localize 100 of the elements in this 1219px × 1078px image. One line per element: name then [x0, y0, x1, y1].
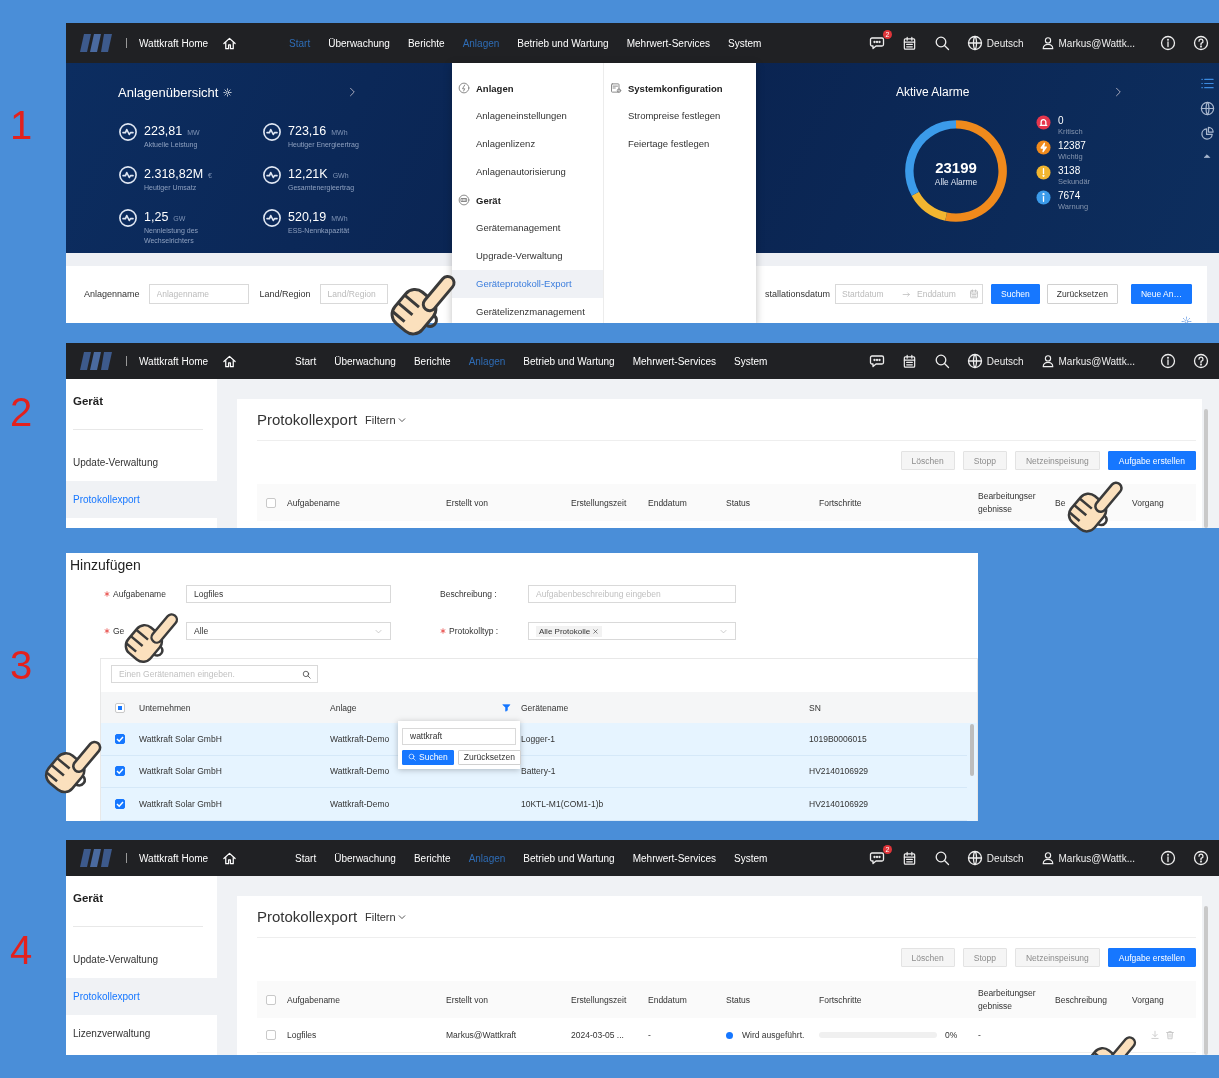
table-cell: Wattkraft-Demo	[330, 766, 390, 777]
table-cell: 1019B0006015	[809, 733, 867, 744]
dropdown-field[interactable]: Alle Protokolle	[528, 622, 736, 640]
button[interactable]: Aufgabe erstellen	[1107, 451, 1196, 470]
field-label: stallationsdatum	[764, 289, 830, 299]
button[interactable]: Zurücksetzen	[1046, 284, 1118, 304]
nav-menu-item[interactable]: Berichte	[413, 355, 451, 367]
nav-menu-item[interactable]: Überwachung	[334, 355, 396, 367]
nav-menu-item[interactable]: System	[734, 852, 768, 864]
nav-menu-item[interactable]: Betrieb und Wartung	[523, 852, 615, 864]
table-cell: Wattkraft Solar GmbH	[139, 733, 222, 744]
sidebar-item[interactable]: Lizenzverwaltung	[66, 1015, 217, 1052]
alarm-total: 23199	[935, 158, 977, 176]
nav-menu-item[interactable]: Überwachung	[328, 37, 390, 49]
input-field[interactable]: Logfiles	[186, 585, 391, 603]
dialog-title: Hinzufügen	[69, 556, 142, 573]
table-cell: Battery-1	[521, 766, 556, 777]
menu-group-heading: Anlagen	[476, 82, 514, 94]
metric-value: 223,81	[144, 124, 183, 138]
date-range-field[interactable]: Startdatum Enddatum	[835, 284, 983, 304]
field-label: Protokolltyp :	[449, 626, 499, 636]
nav-menu-item[interactable]: Start	[295, 355, 317, 367]
menu-item[interactable]: Gerätelizenzmanagement	[452, 298, 603, 323]
menu-item[interactable]: Anlagenlizenz	[452, 130, 603, 158]
filter-button[interactable]: Filtern	[365, 910, 407, 923]
input-field[interactable]: Aufgabenbeschreibung eingeben	[528, 585, 736, 603]
column-header: Erstellungszeit	[571, 994, 627, 1005]
menu-item[interactable]: Anlagenautorisierung	[452, 158, 603, 186]
column-header: Status	[726, 497, 751, 508]
column-header: Bearbeitungsergebnisse	[978, 489, 1037, 516]
column-header: Vorgang	[1132, 497, 1164, 508]
column-header: Aufgabename	[287, 497, 340, 508]
user-menu-button[interactable]: Markus@Wattk...	[1040, 354, 1135, 368]
language-button[interactable]: Deutsch	[966, 35, 1024, 51]
button[interactable]: Suchen	[991, 284, 1040, 304]
nav-menu-item[interactable]: Mehrwert-Services	[626, 37, 711, 49]
field-label: Anlagenname	[84, 289, 140, 299]
step-number: 1	[9, 102, 34, 148]
menu-item[interactable]: Geräteprotokoll-Export	[452, 270, 603, 298]
metric-value: 1,25	[144, 210, 169, 224]
column-header: Erstellt von	[446, 497, 489, 508]
button[interactable]: Suchen	[402, 749, 454, 765]
menu-item[interactable]: Gerätemanagement	[452, 214, 603, 242]
nav-menu-item[interactable]: System	[728, 37, 762, 49]
nav-menu-item[interactable]: Überwachung	[334, 852, 396, 864]
table-cell: 2024-03-05 ...	[571, 1030, 624, 1040]
table-cell: HV2140106929	[809, 766, 869, 777]
table-cell: Logger-1	[521, 733, 556, 744]
table-cell: Logfiles	[287, 1030, 317, 1040]
column-header: Gerätename	[521, 702, 569, 713]
metric-value: 520,19	[288, 210, 327, 224]
table-cell: Wattkraft-Demo	[330, 733, 390, 744]
sidebar-item[interactable]: Update-Verwaltung	[66, 444, 217, 481]
alarm-total-label: Alle Alarme	[934, 177, 978, 187]
tag: Alle Protokolle	[536, 625, 603, 637]
page-title: Protokollexport	[257, 411, 358, 428]
dropdown-field[interactable]: Alle	[186, 622, 391, 640]
menu-group-heading: Systemkonfiguration	[628, 82, 723, 94]
nav-menu-item[interactable]: Mehrwert-Services	[632, 355, 717, 367]
language-button[interactable]: Deutsch	[966, 850, 1024, 866]
sidebar-item[interactable]: Protokollexport	[66, 481, 217, 518]
button[interactable]: Aufgabe erstellen	[1107, 948, 1196, 967]
nav-menu-item[interactable]: Mehrwert-Services	[632, 852, 717, 864]
sidebar-item[interactable]: Update-Verwaltung	[66, 941, 217, 978]
menu-item[interactable]: Strompreise festlegen	[604, 102, 756, 130]
language-button[interactable]: Deutsch	[966, 353, 1024, 369]
column-header: Vorgang	[1132, 994, 1164, 1005]
app-title: Wattkraft Home	[139, 852, 209, 864]
table-cell: Wattkraft-Demo	[330, 798, 390, 809]
nav-menu-item[interactable]: System	[734, 355, 768, 367]
user-menu-button[interactable]: Markus@Wattk...	[1040, 851, 1135, 865]
app-title: Wattkraft Home	[139, 37, 209, 49]
field-label: Ge	[113, 626, 125, 636]
column-header: Status	[726, 994, 751, 1005]
table-cell: -	[978, 1030, 981, 1040]
column-header: Bearbeitungsergebnisse	[978, 986, 1037, 1013]
alarm-count: 12387	[1058, 140, 1086, 152]
filter-button[interactable]: Filtern	[365, 413, 407, 426]
menu-group-heading: Gerät	[476, 194, 501, 206]
nav-menu-item[interactable]: Betrieb und Wartung	[517, 37, 609, 49]
input-field[interactable]: wattkraft	[402, 727, 516, 745]
input-field[interactable]: Land/Region	[319, 284, 388, 304]
page-title: Protokollexport	[257, 908, 358, 925]
nav-menu-item[interactable]: Betrieb und Wartung	[523, 355, 615, 367]
column-header: SN	[809, 702, 821, 713]
column-header: Anlage	[330, 702, 357, 713]
table-cell: -	[648, 1030, 651, 1040]
nav-menu-item[interactable]: Berichte	[413, 852, 451, 864]
button[interactable]: Neue An…	[1130, 284, 1192, 304]
menu-item[interactable]: Upgrade-Verwaltung	[452, 242, 603, 270]
table-cell: Wattkraft Solar GmbH	[139, 766, 222, 777]
menu-item[interactable]: Feiertage festlegen	[604, 130, 756, 158]
nav-menu-item[interactable]: Start	[295, 852, 317, 864]
sidebar-title: Gerät	[72, 394, 105, 409]
menu-item[interactable]: Anlageneinstellungen	[452, 102, 603, 130]
user-menu-button[interactable]: Markus@Wattk...	[1040, 36, 1135, 50]
sidebar-item[interactable]: Protokollexport	[66, 978, 217, 1015]
nav-menu-item[interactable]: Berichte	[407, 37, 445, 49]
metric-value: 2.318,82M	[144, 167, 204, 181]
button[interactable]: Zurücksetzen	[457, 749, 521, 765]
